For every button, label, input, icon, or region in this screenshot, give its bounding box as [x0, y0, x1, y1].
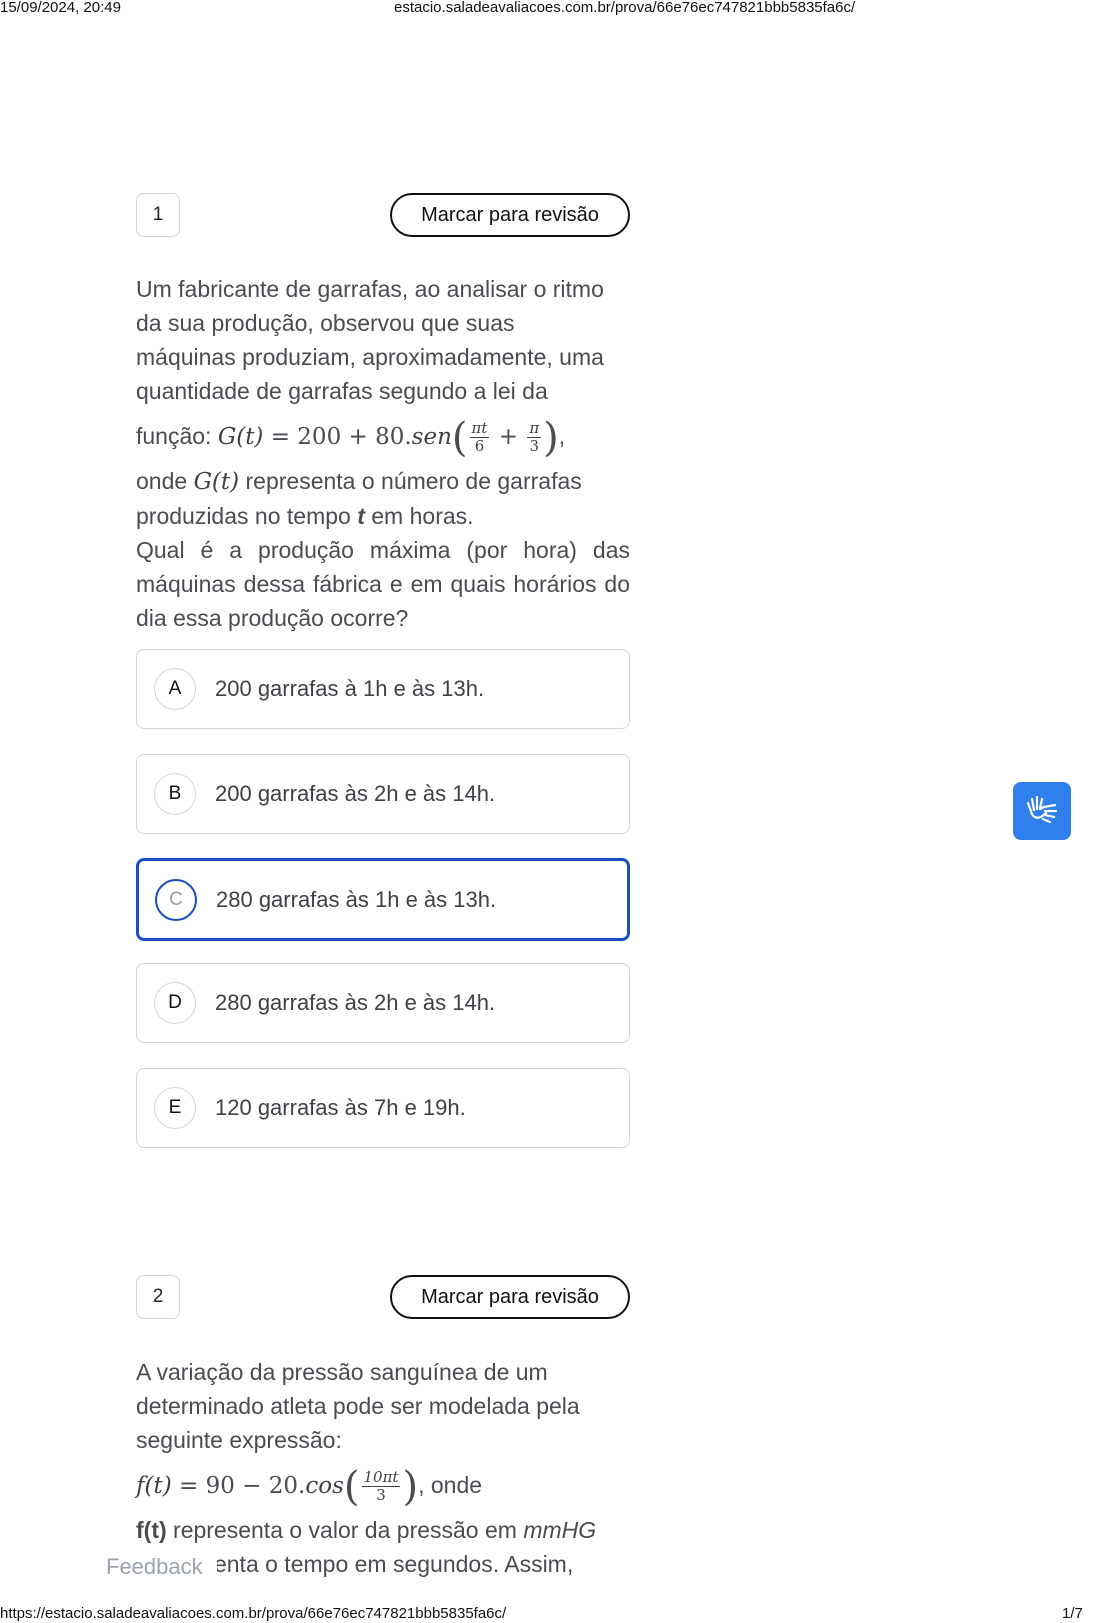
- mark-for-review-button[interactable]: Marcar para revisão: [390, 193, 630, 237]
- mark-for-review-button[interactable]: Marcar para revisão: [390, 1275, 630, 1319]
- question-text-line: da sua produção, observou que suas: [136, 310, 515, 336]
- option-e[interactable]: E 120 garrafas às 7h e 19h.: [136, 1068, 630, 1148]
- question-1-text: Um fabricante de garrafas, ao analisar o…: [136, 272, 630, 635]
- left-paren: (: [451, 414, 468, 461]
- formula-fraction: 10πt 3: [361, 1468, 401, 1505]
- formula-suffix: ,: [558, 423, 566, 449]
- inline-math: G(t): [193, 469, 240, 495]
- formula-eq: = 200 + 80.: [263, 424, 412, 450]
- question-text-line: quantidade de garrafas segundo a lei da: [136, 378, 548, 404]
- print-url: estacio.saladeavaliacoes.com.br/prova/66…: [394, 0, 856, 16]
- option-b[interactable]: B 200 garrafas às 2h e às 14h.: [136, 754, 630, 834]
- question-text-line: Um fabricante de garrafas, ao analisar o…: [136, 276, 604, 302]
- text-fragment: produzidas no tempo: [136, 503, 358, 529]
- question-text-line: seguinte expressão:: [136, 1427, 342, 1453]
- option-d[interactable]: D 280 garrafas às 2h e às 14h.: [136, 963, 630, 1043]
- formula-suffix: , onde: [418, 1472, 483, 1498]
- question-number: 1: [136, 193, 180, 237]
- question-number: 2: [136, 1275, 180, 1319]
- option-a[interactable]: A 200 garrafas à 1h e às 13h.: [136, 649, 630, 729]
- fraction-denominator: 3: [376, 1486, 386, 1505]
- option-text: 120 garrafas às 7h e 19h.: [215, 1095, 466, 1120]
- text-fragment: onde: [136, 468, 194, 494]
- formula-lhs: G(t): [217, 424, 264, 450]
- formula-lhs: f(t): [136, 1473, 172, 1499]
- option-c[interactable]: C 280 garrafas às 1h e às 13h.: [136, 858, 630, 941]
- text-fragment: em horas.: [364, 503, 474, 529]
- question-text-line: onde G(t) representa o número de garrafa…: [136, 464, 630, 499]
- option-text: 280 garrafas às 1h e às 13h.: [216, 886, 497, 912]
- right-paren: ): [402, 1463, 419, 1510]
- question-text-line: produzidas no tempo t em horas.: [136, 499, 630, 533]
- text-fragment: representa o valor da pressão em: [166, 1517, 524, 1543]
- option-letter: D: [154, 982, 196, 1024]
- sign-language-icon: [1024, 791, 1060, 832]
- print-footer-url: https://estacio.saladeavaliacoes.com.br/…: [0, 1605, 507, 1622]
- option-text: 200 garrafas às 2h e às 14h.: [215, 781, 496, 806]
- feedback-button[interactable]: Feedback: [106, 1552, 217, 1586]
- formula-line: função: G(t) = 200 + 80.sen(πt 6 + π 3),: [136, 408, 630, 464]
- formula-fn: cos: [305, 1473, 344, 1499]
- question-text-line: A variação da pressão sanguínea de um: [136, 1359, 548, 1385]
- formula-line: f(t) = 90 − 20.cos(10πt 3), onde: [136, 1457, 630, 1513]
- question-text-line: determinado atleta pode ser modelada pel…: [136, 1393, 580, 1419]
- formula-fn: sen: [411, 424, 452, 450]
- formula-fraction: πt 6: [469, 419, 490, 456]
- fraction-denominator: 6: [474, 437, 485, 456]
- unit-fragment: mmHG: [523, 1517, 597, 1543]
- bold-fragment: f(t): [136, 1517, 167, 1543]
- question-text-line: máquinas produziam, aproximadamente, uma: [136, 344, 604, 370]
- option-text: 280 garrafas às 2h e às 14h.: [215, 990, 496, 1015]
- fraction-numerator: πt: [469, 419, 490, 439]
- fraction-denominator: 3: [529, 437, 540, 456]
- option-letter: A: [154, 668, 196, 710]
- text-fragment: representa o número de garrafas: [239, 468, 582, 494]
- formula-eq: = 90 − 20.: [171, 1473, 306, 1499]
- question-2-text: A variação da pressão sanguínea de um de…: [136, 1355, 630, 1581]
- formula-fraction: π3: [527, 419, 542, 456]
- fraction-numerator: 10πt: [361, 1468, 401, 1488]
- fraction-numerator: π: [527, 419, 542, 439]
- option-letter: B: [154, 773, 196, 815]
- print-datetime: 15/09/2024, 20:49: [0, 0, 121, 16]
- question-text-line: f(t) representa o valor da pressão em mm…: [136, 1513, 630, 1547]
- formula-prefix: função:: [136, 423, 218, 449]
- option-letter: C: [155, 878, 197, 921]
- left-paren: (: [343, 1463, 360, 1510]
- variable-t: t: [357, 503, 365, 529]
- formula-plus: +: [491, 424, 526, 450]
- option-letter: E: [154, 1087, 196, 1129]
- right-paren: ): [543, 414, 559, 461]
- sign-language-button[interactable]: [1013, 782, 1071, 840]
- print-page-number: 1/7: [1062, 1605, 1083, 1622]
- question-prompt: Qual é a produção máxima (por hora) das …: [136, 537, 630, 631]
- option-text: 200 garrafas à 1h e às 13h.: [215, 676, 485, 701]
